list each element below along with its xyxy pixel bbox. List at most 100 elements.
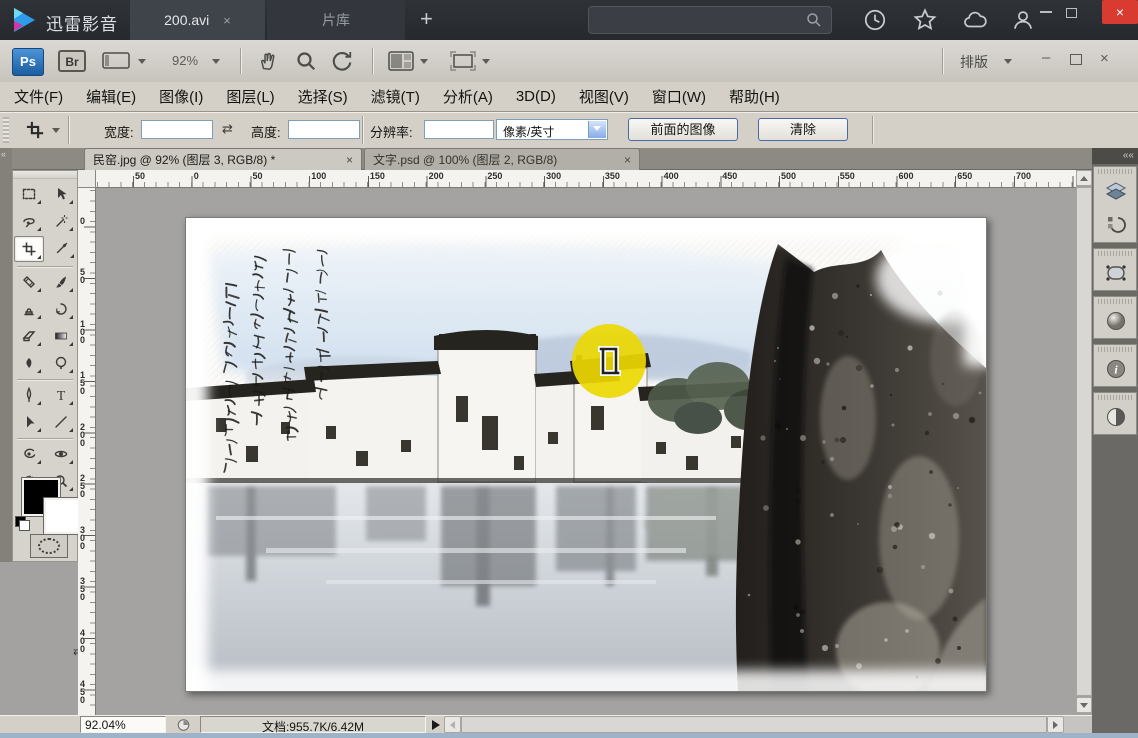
search-input[interactable] bbox=[597, 10, 801, 32]
masks-panel-button[interactable] bbox=[1094, 256, 1138, 290]
menu-layer[interactable]: 图层(L) bbox=[226, 86, 274, 107]
eyedropper-tool[interactable] bbox=[48, 236, 76, 260]
zoom-level-caret-icon[interactable] bbox=[212, 59, 220, 64]
hand-icon[interactable] bbox=[256, 49, 280, 73]
crop-tool[interactable] bbox=[14, 236, 44, 262]
workspace-caret-icon[interactable] bbox=[1004, 59, 1012, 64]
eraser-tool[interactable] bbox=[15, 324, 43, 348]
arrange-documents-icon[interactable] bbox=[388, 51, 414, 71]
rectangular-marquee-tool[interactable] bbox=[15, 182, 43, 206]
path-selection-tool[interactable] bbox=[15, 410, 43, 434]
zoom-icon[interactable] bbox=[294, 49, 318, 73]
3d-rotate-tool[interactable] bbox=[15, 442, 43, 466]
document-tab-0[interactable]: 民窑.jpg @ 92% (图层 3, RGB/8) *× bbox=[84, 148, 362, 170]
new-tab-button[interactable]: + bbox=[420, 7, 433, 31]
resolution-input[interactable] bbox=[424, 120, 494, 139]
options-grip[interactable] bbox=[3, 117, 9, 143]
resolution-unit-select[interactable]: 像素/英寸 bbox=[496, 119, 608, 140]
adjustments-panel-button[interactable] bbox=[1094, 400, 1138, 434]
menu-3d[interactable]: 3D(D) bbox=[516, 88, 556, 105]
gradient-tool[interactable] bbox=[47, 324, 75, 348]
background-color-swatch[interactable] bbox=[44, 498, 80, 534]
player-search-box[interactable] bbox=[588, 6, 832, 34]
document-tab-1[interactable]: 文字.psd @ 100% (图层 2, RGB/8)× bbox=[364, 148, 640, 170]
history-panel-button[interactable] bbox=[1094, 208, 1138, 242]
menu-file[interactable]: 文件(F) bbox=[14, 86, 63, 107]
width-input[interactable] bbox=[141, 120, 213, 139]
ps-maximize-button[interactable] bbox=[1070, 54, 1082, 65]
player-tab-library[interactable]: 片库 bbox=[267, 0, 405, 40]
status-popup-arrow-icon[interactable] bbox=[432, 720, 440, 730]
menu-window[interactable]: 窗口(W) bbox=[652, 86, 706, 107]
tool-preset-caret-icon[interactable] bbox=[52, 128, 60, 133]
menu-analysis[interactable]: 分析(A) bbox=[443, 86, 493, 107]
spot-healing-tool[interactable] bbox=[15, 270, 43, 294]
player-maximize-button[interactable] bbox=[1066, 8, 1077, 18]
ps-minimize-button[interactable]: – bbox=[1042, 50, 1050, 66]
crop-tool-icon[interactable] bbox=[24, 120, 46, 140]
hscroll-left-button[interactable] bbox=[444, 716, 461, 733]
default-colors-icon[interactable] bbox=[15, 516, 29, 530]
clone-stamp-tool[interactable] bbox=[15, 297, 43, 321]
ps-close-button[interactable]: × bbox=[1100, 51, 1109, 67]
arrange-documents-caret-icon[interactable] bbox=[420, 59, 428, 64]
menu-help[interactable]: 帮助(H) bbox=[729, 86, 780, 107]
player-close-button[interactable]: × bbox=[1102, 0, 1138, 24]
history-icon[interactable] bbox=[862, 7, 888, 33]
info-panel-button[interactable]: i bbox=[1094, 352, 1138, 386]
document-canvas[interactable] bbox=[185, 217, 987, 692]
ruler-origin-corner[interactable] bbox=[78, 170, 96, 188]
status-zoom-field[interactable]: 92.04% bbox=[80, 716, 166, 733]
search-icon[interactable] bbox=[805, 11, 823, 29]
menu-image[interactable]: 图像(I) bbox=[159, 86, 203, 107]
tools-panel-grip[interactable] bbox=[13, 171, 77, 179]
collapse-tools-icon[interactable]: « bbox=[1, 149, 6, 159]
hscroll-right-button[interactable] bbox=[1047, 716, 1064, 733]
height-input[interactable] bbox=[288, 120, 360, 139]
vscroll-up-button[interactable] bbox=[1076, 170, 1092, 186]
favorites-icon[interactable] bbox=[912, 7, 938, 33]
menu-filter[interactable]: 滤镜(T) bbox=[371, 86, 420, 107]
clear-button[interactable]: 清除 bbox=[758, 118, 848, 141]
brush-tool[interactable] bbox=[47, 270, 75, 294]
line-tool[interactable] bbox=[47, 410, 75, 434]
player-tab-close-icon[interactable]: × bbox=[223, 13, 231, 28]
player-tab-video[interactable]: 200.avi × bbox=[130, 0, 265, 40]
3d-panel-button[interactable] bbox=[1094, 304, 1138, 338]
zoom-level-value[interactable]: 92% bbox=[172, 53, 198, 68]
workspace-switcher[interactable]: 排版 bbox=[960, 52, 988, 72]
bridge-button[interactable]: Br bbox=[58, 50, 86, 72]
rotate-view-icon[interactable] bbox=[330, 49, 354, 73]
pen-tool[interactable] bbox=[15, 383, 43, 407]
layers-panel-button[interactable] bbox=[1094, 174, 1138, 208]
view-extras-caret-icon[interactable] bbox=[138, 59, 146, 64]
document-tab-close-icon[interactable]: × bbox=[624, 153, 631, 167]
vscroll-thumb[interactable] bbox=[1076, 187, 1092, 696]
lasso-tool[interactable] bbox=[15, 209, 43, 233]
menu-edit[interactable]: 编辑(E) bbox=[86, 86, 136, 107]
history-brush-tool[interactable] bbox=[47, 297, 75, 321]
vscroll-down-button[interactable] bbox=[1076, 697, 1092, 713]
player-minimize-button[interactable] bbox=[1040, 11, 1052, 13]
user-icon[interactable] bbox=[1010, 7, 1036, 33]
cloud-icon[interactable] bbox=[962, 7, 988, 33]
document-tab-close-icon[interactable]: × bbox=[346, 153, 353, 167]
quick-mask-button[interactable] bbox=[30, 534, 68, 558]
hscroll-thumb[interactable] bbox=[461, 716, 1047, 733]
3d-orbit-tool[interactable] bbox=[47, 442, 75, 466]
menu-select[interactable]: 选择(S) bbox=[298, 86, 348, 107]
view-extras-icon[interactable] bbox=[102, 51, 132, 71]
type-tool[interactable]: T bbox=[47, 383, 75, 407]
screen-mode-icon[interactable] bbox=[450, 51, 476, 71]
smudge-tool[interactable] bbox=[15, 351, 43, 375]
screen-mode-caret-icon[interactable] bbox=[482, 59, 490, 64]
move-tool[interactable] bbox=[47, 182, 75, 206]
dodge-tool[interactable] bbox=[47, 351, 75, 375]
front-image-button[interactable]: 前面的图像 bbox=[628, 118, 738, 141]
expand-panels-icon[interactable]: «« bbox=[1092, 148, 1138, 164]
swap-dimensions-icon[interactable]: ⇄ bbox=[222, 121, 233, 137]
quick-selection-tool[interactable] bbox=[47, 209, 75, 233]
menu-view[interactable]: 视图(V) bbox=[579, 86, 629, 107]
info-panel-icon: i bbox=[1104, 357, 1128, 381]
select-chevron-icon[interactable] bbox=[588, 121, 606, 138]
